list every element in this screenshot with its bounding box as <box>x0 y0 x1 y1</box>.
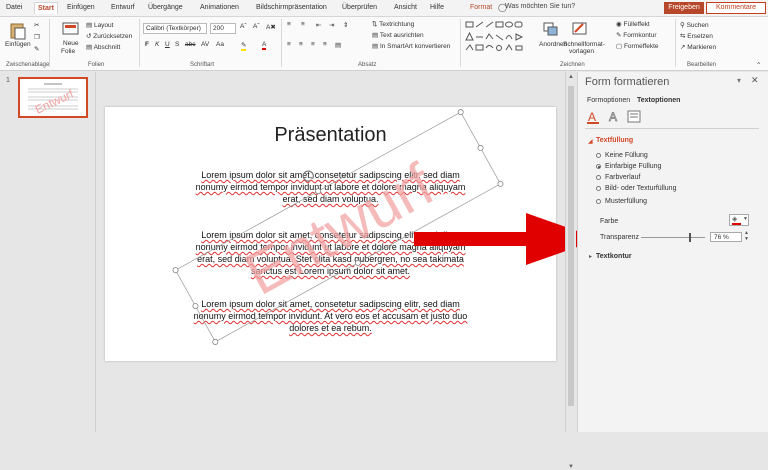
format-pane <box>577 72 768 432</box>
pane-options-chevron-icon[interactable]: ▾ <box>737 76 741 85</box>
tab-text-options[interactable]: Textoptionen <box>637 97 680 104</box>
radio-picture-fill[interactable] <box>596 186 601 191</box>
collapse-triangle-icon[interactable]: ◢ <box>588 138 593 145</box>
vertical-scrollbar[interactable]: ▲ ▼ <box>565 72 576 470</box>
text-fill-outline-icon[interactable]: A <box>585 109 601 125</box>
option-gradient-fill[interactable]: Farbverlauf <box>605 174 640 181</box>
expand-triangle-icon[interactable]: ▸ <box>589 253 592 260</box>
section-text-fill[interactable]: Textfüllung <box>596 137 633 144</box>
option-no-fill[interactable]: Keine Füllung <box>605 152 648 159</box>
transparency-slider-track[interactable] <box>641 237 705 238</box>
scroll-thumb[interactable] <box>568 86 574 406</box>
option-picture-fill[interactable]: Bild- oder Texturfüllung <box>605 185 676 192</box>
radio-no-fill[interactable] <box>596 153 601 158</box>
color-picker-button[interactable]: ◈ ▼ <box>729 214 749 226</box>
resize-handle[interactable] <box>212 338 219 345</box>
radio-solid-fill[interactable] <box>596 164 601 169</box>
rotate-handle-icon[interactable] <box>302 169 316 183</box>
pane-divider <box>585 128 759 129</box>
radio-pattern-fill[interactable] <box>596 199 601 204</box>
close-pane-icon[interactable]: ✕ <box>751 75 759 86</box>
resize-handle[interactable] <box>192 302 199 309</box>
svg-text:A: A <box>588 110 596 124</box>
scroll-up-icon[interactable]: ▲ <box>568 74 574 80</box>
transparency-slider-handle[interactable] <box>689 233 691 242</box>
svg-text:A: A <box>609 110 617 124</box>
resize-handle[interactable] <box>477 144 484 151</box>
option-pattern-fill[interactable]: Musterfüllung <box>605 198 647 205</box>
color-label: Farbe <box>600 218 619 225</box>
transparency-input[interactable]: 76 % <box>710 232 742 242</box>
resize-handle[interactable] <box>315 188 322 195</box>
scroll-down-icon[interactable]: ▼ <box>568 464 574 470</box>
spin-down-icon[interactable]: ▼ <box>744 236 749 242</box>
radio-gradient-fill[interactable] <box>596 175 601 180</box>
option-solid-fill[interactable]: Einfarbige Füllung <box>605 163 661 170</box>
chevron-down-icon: ▼ <box>743 216 748 222</box>
transparency-label: Transparenz <box>600 234 640 241</box>
resize-handle[interactable] <box>354 259 361 266</box>
section-text-outline[interactable]: Textkontur <box>596 253 632 260</box>
selected-color-swatch <box>732 223 741 225</box>
resize-handle[interactable] <box>172 267 179 274</box>
format-pane-title: Form formatieren <box>585 76 670 88</box>
paint-bucket-icon: ◈ <box>732 216 738 223</box>
textbox-icon[interactable] <box>627 110 641 123</box>
text-effects-icon[interactable]: A <box>607 109 621 125</box>
tab-shape-options[interactable]: Formoptionen <box>587 97 630 104</box>
resize-handle[interactable] <box>497 180 504 187</box>
resize-handle[interactable] <box>457 109 464 116</box>
